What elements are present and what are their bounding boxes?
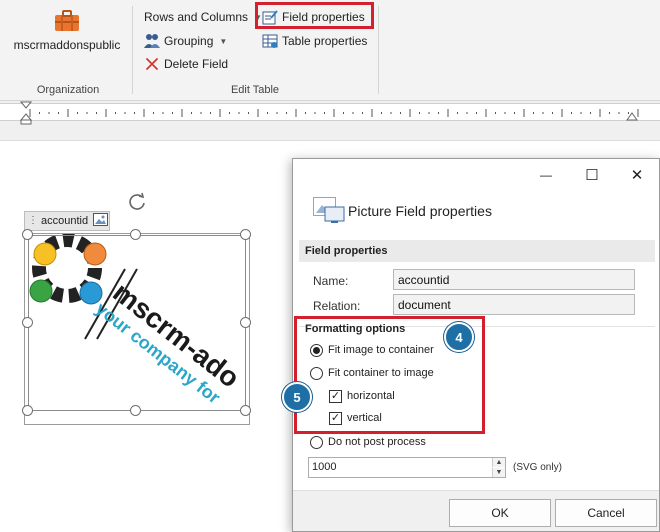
callout-5: 5 xyxy=(282,382,312,412)
name-field[interactable]: accountid xyxy=(393,269,635,290)
spin-down-button[interactable]: ▼ xyxy=(492,468,505,477)
rows-and-columns-button[interactable]: Rows and Columns ▼ xyxy=(144,10,262,24)
close-icon: ✕ xyxy=(630,167,644,184)
grouping-button[interactable]: Grouping ▼ xyxy=(144,33,227,49)
organization-button[interactable]: mscrmaddonspublic xyxy=(8,10,126,72)
delete-field-label: Delete Field xyxy=(164,57,229,71)
field-tag-label: accountid xyxy=(41,215,89,227)
delete-field-button[interactable]: Delete Field xyxy=(144,56,228,72)
delete-icon xyxy=(144,56,160,72)
field-properties-label: Field properties xyxy=(282,10,365,24)
group-separator xyxy=(132,6,133,94)
do-not-post-process-label[interactable]: Do not post process xyxy=(328,436,426,448)
resize-handle[interactable] xyxy=(22,405,33,416)
grouping-label: Grouping xyxy=(164,34,214,48)
selection-outline xyxy=(28,235,246,411)
table-properties-icon xyxy=(262,33,278,49)
relation-field[interactable]: document xyxy=(393,294,635,315)
svg-only-note: (SVG only) xyxy=(513,462,562,473)
callout-4: 4 xyxy=(444,322,474,352)
right-indent-marker[interactable] xyxy=(626,111,638,125)
grouping-icon xyxy=(144,33,160,49)
picture-icon xyxy=(93,213,109,229)
organization-group-label: Organization xyxy=(36,84,100,96)
maximize-button[interactable]: ☐ xyxy=(569,159,615,191)
svg-size-input[interactable]: 1000 xyxy=(308,457,506,478)
field-properties-section-header: Field properties xyxy=(299,240,655,262)
svg-size-value: 1000 xyxy=(312,461,337,473)
minimize-button[interactable]: — xyxy=(523,159,569,191)
minimize-icon: — xyxy=(540,168,552,182)
ribbon: mscrmaddonspublic Organization Rows and … xyxy=(0,0,660,101)
picture-field-icon xyxy=(313,197,345,226)
drag-handle-icon: ⋮ xyxy=(28,215,38,226)
resize-handle[interactable] xyxy=(130,229,141,240)
resize-handle[interactable] xyxy=(240,317,251,328)
resize-handle[interactable] xyxy=(240,229,251,240)
briefcase-icon xyxy=(54,10,80,32)
rows-and-columns-label: Rows and Columns xyxy=(144,10,249,24)
close-button[interactable]: ✕ xyxy=(614,159,660,191)
resize-handle[interactable] xyxy=(130,405,141,416)
dialog-title: Picture Field properties xyxy=(348,203,492,219)
field-properties-button[interactable]: Field properties xyxy=(262,9,365,25)
resize-handle[interactable] xyxy=(22,317,33,328)
organization-button-label: mscrmaddonspublic xyxy=(13,38,121,52)
table-properties-label: Table properties xyxy=(282,34,368,48)
name-label: Name: xyxy=(313,274,349,288)
group-separator xyxy=(378,6,379,94)
table-properties-button[interactable]: Table properties xyxy=(262,33,367,49)
maximize-icon: ☐ xyxy=(585,167,599,184)
relation-label: Relation: xyxy=(313,299,361,313)
ok-button[interactable]: OK xyxy=(449,499,551,527)
ruler xyxy=(0,101,660,141)
indent-marker[interactable] xyxy=(19,101,33,128)
rotate-handle-icon[interactable] xyxy=(126,191,148,216)
ruler-strip xyxy=(0,103,660,121)
resize-handle[interactable] xyxy=(240,405,251,416)
do-not-post-process-radio[interactable] xyxy=(310,436,323,449)
field-properties-icon xyxy=(262,9,278,25)
spin-up-button[interactable]: ▲ xyxy=(492,458,505,467)
chevron-down-icon: ▼ xyxy=(219,36,228,46)
cancel-button[interactable]: Cancel xyxy=(555,499,657,527)
field-tag[interactable]: ⋮ accountid xyxy=(24,211,110,231)
edit-table-group-label: Edit Table xyxy=(230,84,280,96)
resize-handle[interactable] xyxy=(22,229,33,240)
